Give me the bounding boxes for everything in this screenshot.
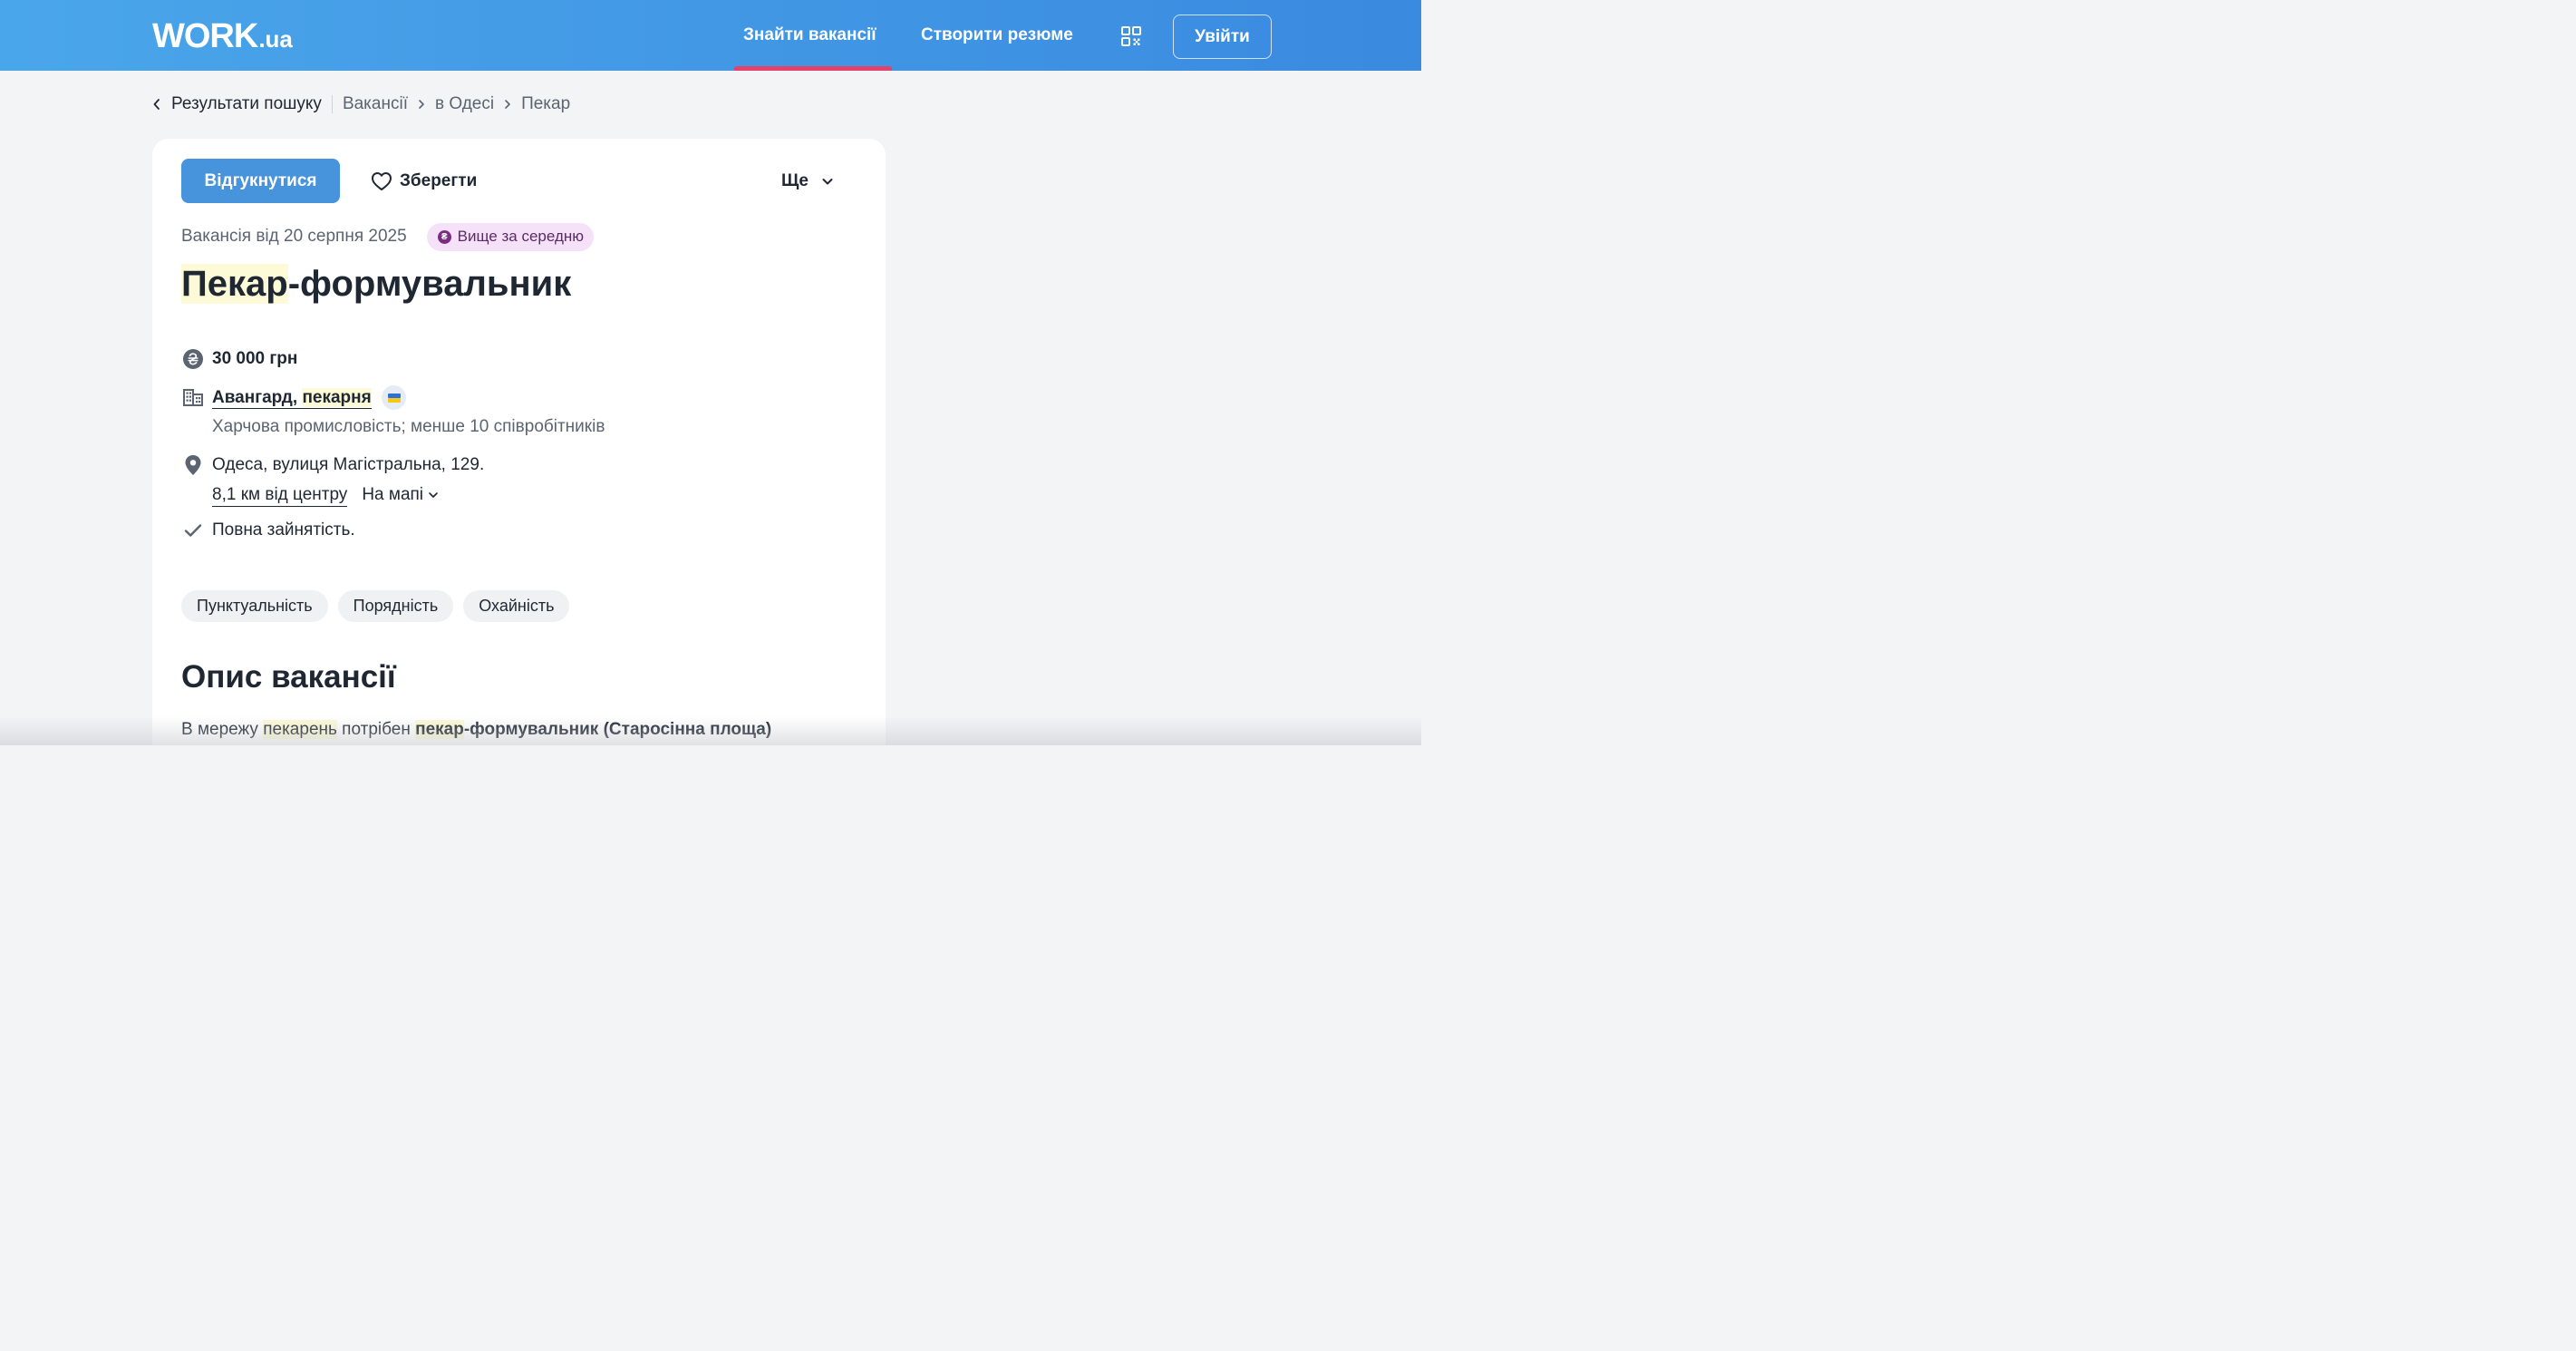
company-row: Авангард, пекарня <box>181 385 407 410</box>
title-highlight: Пекар <box>181 264 288 304</box>
chevron-right-icon <box>418 99 425 110</box>
qr-code-icon[interactable] <box>1120 25 1142 47</box>
nav-find-vacancies[interactable]: Знайти вакансії <box>743 0 876 71</box>
site-logo[interactable]: WORK .ua <box>152 18 293 54</box>
salary-row: 30 000 грн <box>181 347 297 371</box>
heart-icon <box>372 171 392 190</box>
company-name-highlight: пекарня <box>302 387 372 407</box>
employment-type: Повна зайнятість. <box>212 520 355 539</box>
salary-value: 30 000 грн <box>212 349 298 368</box>
hryvnia-badge-icon: ₴ <box>437 229 451 244</box>
company-info: Авангард, пекарня <box>212 385 407 410</box>
employment-row: Повна зайнятість. <box>181 519 355 542</box>
site-header: WORK .ua Знайти вакансії Створити резюме… <box>0 0 1421 71</box>
breadcrumb: Результати пошуку Вакансії в Одесі Пекар <box>152 91 570 118</box>
skill-tag: Охайність <box>463 590 570 622</box>
vacancy-title: Пекар-формувальник <box>181 260 571 307</box>
vacancy-card: Відгукнутися Зберегти Ще Вакансія від 20… <box>152 139 886 745</box>
show-on-map-toggle[interactable]: На мапі <box>362 485 439 505</box>
building-icon <box>181 385 205 409</box>
description-text: В мережу пекарень потрібен пекар-формува… <box>181 717 771 743</box>
badge-label: Вище за середню <box>457 228 585 245</box>
distance-line: 8,1 км від центру На мапі <box>212 481 439 509</box>
nav-create-resume[interactable]: Створити резюме <box>921 0 1073 71</box>
vacancy-date: Вакансія від 20 серпня 2025 <box>181 227 407 246</box>
logo-main-text: WORK <box>152 17 258 55</box>
vacancy-page: WORK .ua Знайти вакансії Створити резюме… <box>0 0 1421 745</box>
chevron-left-icon <box>153 99 160 110</box>
breadcrumb-current: Пекар <box>521 94 571 113</box>
salary-above-average-badge: ₴ Вище за середню <box>426 222 595 251</box>
distance-link[interactable]: 8,1 км від центру <box>212 484 348 507</box>
more-button[interactable]: Ще <box>781 159 834 203</box>
title-rest: -формувальник <box>287 264 572 304</box>
save-label: Зберегти <box>400 170 478 190</box>
description-heading: Опис вакансії <box>181 659 396 695</box>
chevron-down-icon <box>822 178 833 184</box>
desc-bold-part: -формувальник (Старосінна площа) <box>463 720 772 739</box>
more-label: Ще <box>781 170 809 190</box>
chevron-down-icon <box>429 492 438 498</box>
apply-button[interactable]: Відгукнутися <box>181 159 340 203</box>
check-icon <box>181 519 205 542</box>
ukraine-flag-icon <box>382 385 407 410</box>
desc-highlight: пекар <box>415 720 464 739</box>
hryvnia-coin-icon <box>181 347 205 371</box>
logo-suffix-text: .ua <box>258 25 293 53</box>
company-details: Харчова промисловість; менше 10 співробі… <box>212 417 605 436</box>
breadcrumb-back-label: Результати пошуку <box>171 94 322 113</box>
desc-highlight: пекарень <box>263 720 337 739</box>
vacancy-date-line: Вакансія від 20 серпня 2025 ₴ Вище за се… <box>181 222 595 251</box>
chevron-right-icon <box>504 99 511 110</box>
login-button[interactable]: Увійти <box>1173 15 1272 59</box>
breadcrumb-city[interactable]: в Одесі <box>435 94 494 114</box>
company-name-part: Авангард, <box>212 387 303 407</box>
skill-tags: Пунктуальність Порядність Охайність <box>181 590 579 622</box>
breadcrumb-divider <box>331 95 333 113</box>
company-link[interactable]: Авангард, пекарня <box>212 387 372 409</box>
skill-tag: Пунктуальність <box>181 590 328 622</box>
skill-tag: Порядність <box>337 590 454 622</box>
map-pin-icon <box>181 453 205 477</box>
breadcrumb-back-link[interactable]: Результати пошуку <box>152 94 322 114</box>
map-label: На мапі <box>362 485 424 504</box>
breadcrumb-vacancies[interactable]: Вакансії <box>343 94 408 114</box>
address-row: Одеса, вулиця Магістральна, 129. <box>181 453 484 477</box>
nav-active-indicator <box>734 66 892 71</box>
address-text: Одеса, вулиця Магістральна, 129. <box>212 455 485 474</box>
save-button[interactable]: Зберегти <box>371 159 477 203</box>
desc-part: потрібен <box>336 720 416 739</box>
desc-part: В мережу <box>181 720 264 739</box>
